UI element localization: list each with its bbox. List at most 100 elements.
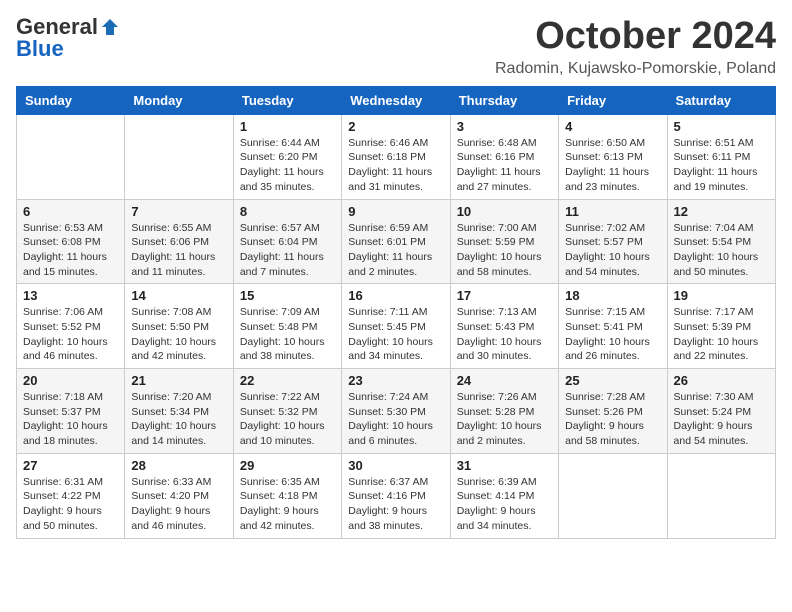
day-number: 19 [674,288,769,303]
day-number: 11 [565,204,660,219]
day-detail: Sunrise: 7:22 AM Sunset: 5:32 PM Dayligh… [240,390,335,449]
calendar-cell: 28 Sunrise: 6:33 AM Sunset: 4:20 PM Dayli… [125,453,233,538]
calendar-cell: 25Sunrise: 7:28 AM Sunset: 5:26 PM Dayli… [559,369,667,454]
calendar-cell: 9Sunrise: 6:59 AM Sunset: 6:01 PM Daylig… [342,199,450,284]
calendar-cell: 30 Sunrise: 6:37 AM Sunset: 4:16 PM Dayli… [342,453,450,538]
day-detail: Sunrise: 6:55 AM Sunset: 6:06 PM Dayligh… [131,221,226,280]
day-number: 6 [23,204,118,219]
day-detail: Sunrise: 7:24 AM Sunset: 5:30 PM Dayligh… [348,390,443,449]
calendar-cell: 27 Sunrise: 6:31 AM Sunset: 4:22 PM Dayli… [17,453,125,538]
day-detail: Sunrise: 6:37 AM Sunset: 4:16 PM Dayligh… [348,475,443,534]
day-detail: Sunrise: 6:46 AM Sunset: 6:18 PM Dayligh… [348,136,443,195]
day-detail: Sunrise: 7:00 AM Sunset: 5:59 PM Dayligh… [457,221,552,280]
logo-icon [100,17,120,37]
day-number: 18 [565,288,660,303]
weekday-header-monday: Monday [125,86,233,114]
calendar-cell: 11Sunrise: 7:02 AM Sunset: 5:57 PM Dayli… [559,199,667,284]
day-detail: Sunrise: 7:04 AM Sunset: 5:54 PM Dayligh… [674,221,769,280]
calendar-cell: 19 Sunrise: 7:17 AM Sunset: 5:39 PM Dayli… [667,284,775,369]
day-detail: Sunrise: 7:18 AM Sunset: 5:37 PM Dayligh… [23,390,118,449]
title-area: October 2024 Radomin, Kujawsko-Pomorskie… [495,16,776,78]
week-row-4: 20 Sunrise: 7:18 AM Sunset: 5:37 PM Dayli… [17,369,776,454]
day-number: 15 [240,288,335,303]
calendar-cell: 31Sunrise: 6:39 AM Sunset: 4:14 PM Dayli… [450,453,558,538]
day-number: 7 [131,204,226,219]
day-detail: Sunrise: 6:35 AM Sunset: 4:18 PM Dayligh… [240,475,335,534]
calendar-cell: 20 Sunrise: 7:18 AM Sunset: 5:37 PM Dayli… [17,369,125,454]
calendar-cell: 26 Sunrise: 7:30 AM Sunset: 5:24 PM Dayli… [667,369,775,454]
week-row-1: 1Sunrise: 6:44 AM Sunset: 6:20 PM Daylig… [17,114,776,199]
calendar-cell: 23 Sunrise: 7:24 AM Sunset: 5:30 PM Dayli… [342,369,450,454]
day-number: 30 [348,458,443,473]
weekday-header-thursday: Thursday [450,86,558,114]
day-number: 26 [674,373,769,388]
calendar-cell: 21 Sunrise: 7:20 AM Sunset: 5:34 PM Dayli… [125,369,233,454]
day-number: 10 [457,204,552,219]
day-detail: Sunrise: 7:28 AM Sunset: 5:26 PM Dayligh… [565,390,660,449]
calendar-cell: 24Sunrise: 7:26 AM Sunset: 5:28 PM Dayli… [450,369,558,454]
day-detail: Sunrise: 6:31 AM Sunset: 4:22 PM Dayligh… [23,475,118,534]
day-number: 3 [457,119,552,134]
weekday-header-wednesday: Wednesday [342,86,450,114]
day-number: 23 [348,373,443,388]
calendar-cell: 3Sunrise: 6:48 AM Sunset: 6:16 PM Daylig… [450,114,558,199]
weekday-header-friday: Friday [559,86,667,114]
day-detail: Sunrise: 7:20 AM Sunset: 5:34 PM Dayligh… [131,390,226,449]
calendar-cell: 17Sunrise: 7:13 AM Sunset: 5:43 PM Dayli… [450,284,558,369]
logo-general-text: General [16,16,98,38]
day-detail: Sunrise: 7:08 AM Sunset: 5:50 PM Dayligh… [131,305,226,364]
day-number: 9 [348,204,443,219]
day-number: 13 [23,288,118,303]
day-number: 29 [240,458,335,473]
calendar-cell: 1Sunrise: 6:44 AM Sunset: 6:20 PM Daylig… [233,114,341,199]
calendar-cell: 4Sunrise: 6:50 AM Sunset: 6:13 PM Daylig… [559,114,667,199]
day-detail: Sunrise: 6:53 AM Sunset: 6:08 PM Dayligh… [23,221,118,280]
logo: General Blue [16,16,120,60]
day-number: 28 [131,458,226,473]
day-number: 21 [131,373,226,388]
calendar-cell: 10 Sunrise: 7:00 AM Sunset: 5:59 PM Dayli… [450,199,558,284]
calendar-cell [667,453,775,538]
calendar-cell: 12 Sunrise: 7:04 AM Sunset: 5:54 PM Dayli… [667,199,775,284]
calendar-cell: 8Sunrise: 6:57 AM Sunset: 6:04 PM Daylig… [233,199,341,284]
weekday-header-sunday: Sunday [17,86,125,114]
calendar-cell: 22 Sunrise: 7:22 AM Sunset: 5:32 PM Dayli… [233,369,341,454]
calendar-cell [125,114,233,199]
day-detail: Sunrise: 6:51 AM Sunset: 6:11 PM Dayligh… [674,136,769,195]
day-number: 12 [674,204,769,219]
logo-blue-text: Blue [16,38,64,60]
day-number: 2 [348,119,443,134]
day-detail: Sunrise: 6:39 AM Sunset: 4:14 PM Dayligh… [457,475,552,534]
day-detail: Sunrise: 7:09 AM Sunset: 5:48 PM Dayligh… [240,305,335,364]
day-detail: Sunrise: 7:15 AM Sunset: 5:41 PM Dayligh… [565,305,660,364]
day-number: 27 [23,458,118,473]
day-number: 4 [565,119,660,134]
calendar-cell: 2 Sunrise: 6:46 AM Sunset: 6:18 PM Daylig… [342,114,450,199]
week-row-3: 13Sunrise: 7:06 AM Sunset: 5:52 PM Dayli… [17,284,776,369]
day-detail: Sunrise: 7:17 AM Sunset: 5:39 PM Dayligh… [674,305,769,364]
day-detail: Sunrise: 7:13 AM Sunset: 5:43 PM Dayligh… [457,305,552,364]
day-detail: Sunrise: 6:33 AM Sunset: 4:20 PM Dayligh… [131,475,226,534]
calendar-cell: 29 Sunrise: 6:35 AM Sunset: 4:18 PM Dayli… [233,453,341,538]
calendar-cell: 6 Sunrise: 6:53 AM Sunset: 6:08 PM Daylig… [17,199,125,284]
day-number: 16 [348,288,443,303]
calendar-cell: 14 Sunrise: 7:08 AM Sunset: 5:50 PM Dayli… [125,284,233,369]
calendar-cell: 13Sunrise: 7:06 AM Sunset: 5:52 PM Dayli… [17,284,125,369]
day-number: 20 [23,373,118,388]
day-detail: Sunrise: 7:26 AM Sunset: 5:28 PM Dayligh… [457,390,552,449]
day-number: 8 [240,204,335,219]
day-detail: Sunrise: 7:30 AM Sunset: 5:24 PM Dayligh… [674,390,769,449]
calendar-cell: 15 Sunrise: 7:09 AM Sunset: 5:48 PM Dayli… [233,284,341,369]
day-number: 14 [131,288,226,303]
day-number: 22 [240,373,335,388]
calendar-cell: 18 Sunrise: 7:15 AM Sunset: 5:41 PM Dayli… [559,284,667,369]
calendar-cell: 5 Sunrise: 6:51 AM Sunset: 6:11 PM Daylig… [667,114,775,199]
calendar-cell [559,453,667,538]
weekday-header-row: SundayMondayTuesdayWednesdayThursdayFrid… [17,86,776,114]
weekday-header-tuesday: Tuesday [233,86,341,114]
day-detail: Sunrise: 7:11 AM Sunset: 5:45 PM Dayligh… [348,305,443,364]
day-detail: Sunrise: 6:44 AM Sunset: 6:20 PM Dayligh… [240,136,335,195]
week-row-5: 27 Sunrise: 6:31 AM Sunset: 4:22 PM Dayli… [17,453,776,538]
day-number: 5 [674,119,769,134]
header: General Blue October 2024 Radomin, Kujaw… [16,16,776,78]
